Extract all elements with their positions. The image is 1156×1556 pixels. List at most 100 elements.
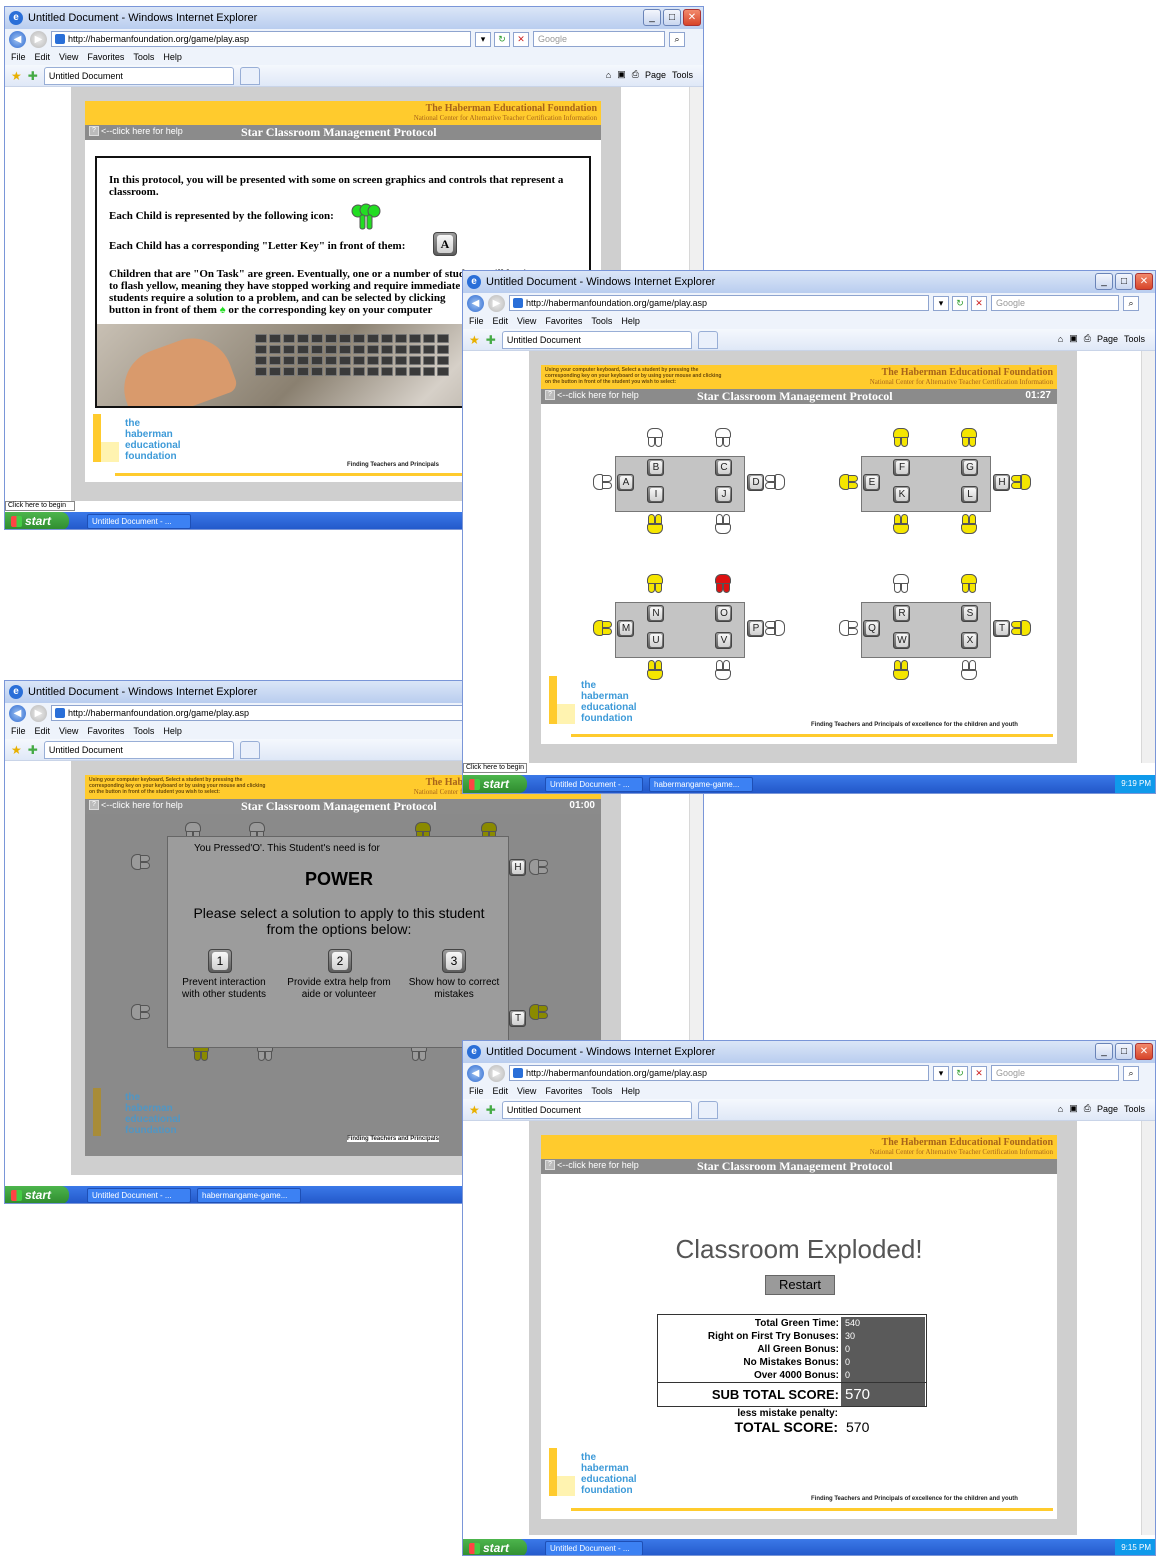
student-key-s[interactable]: S bbox=[961, 605, 978, 622]
feeds-icon[interactable]: ▣ bbox=[1069, 333, 1078, 344]
start-button[interactable]: start bbox=[5, 512, 69, 529]
refresh-icon[interactable]: ↻ bbox=[494, 31, 510, 47]
add-favorite-icon[interactable]: ✚ bbox=[486, 333, 496, 347]
option-1-label[interactable]: Prevent interaction with other students bbox=[174, 977, 274, 1001]
menu-view[interactable]: View bbox=[517, 316, 536, 326]
help-link[interactable]: ? <--click here for help bbox=[545, 1160, 639, 1170]
student-key-j[interactable]: J bbox=[715, 486, 732, 503]
add-favorite-icon[interactable]: ✚ bbox=[28, 743, 38, 757]
student-key-g[interactable]: G bbox=[961, 459, 978, 476]
stop-icon[interactable]: ✕ bbox=[971, 295, 987, 311]
taskbar-item-doc[interactable]: Untitled Document - ... bbox=[545, 1540, 643, 1555]
restart-button[interactable]: Restart bbox=[765, 1275, 835, 1295]
student-key-p[interactable]: P bbox=[747, 620, 764, 637]
stop-icon[interactable]: ✕ bbox=[971, 1065, 987, 1081]
menu-help[interactable]: Help bbox=[163, 52, 182, 62]
menu-file[interactable]: File bbox=[11, 52, 26, 62]
taskbar-item-game[interactable]: habermangame-game... bbox=[197, 1187, 301, 1203]
back-button[interactable]: ◀ bbox=[9, 30, 26, 48]
search-icon[interactable]: ⌕ bbox=[669, 31, 685, 47]
help-link[interactable]: ? <--click here for help bbox=[89, 800, 183, 810]
tab-untitled[interactable]: Untitled Document bbox=[43, 740, 234, 759]
menu-favorites[interactable]: Favorites bbox=[87, 726, 124, 736]
new-tab-button[interactable] bbox=[697, 330, 718, 349]
taskbar-item-doc[interactable]: Untitled Document - ... bbox=[87, 1187, 191, 1203]
student-key-v[interactable]: V bbox=[715, 632, 732, 649]
url-field[interactable]: http://habermanfoundation.org/game/play.… bbox=[51, 31, 471, 47]
menu-view[interactable]: View bbox=[517, 1086, 536, 1096]
search-icon[interactable]: ⌕ bbox=[1123, 1065, 1139, 1081]
new-tab-button[interactable] bbox=[239, 66, 260, 85]
menu-help[interactable]: Help bbox=[621, 316, 640, 326]
maximize-button[interactable]: □ bbox=[1115, 273, 1133, 290]
dropdown-icon[interactable]: ▾ bbox=[475, 31, 491, 47]
page-menu[interactable]: Page bbox=[1097, 334, 1118, 344]
title-bar[interactable]: e Untitled Document - Windows Internet E… bbox=[463, 271, 1155, 293]
title-bar[interactable]: e Untitled Document - Windows Internet E… bbox=[463, 1041, 1155, 1063]
dropdown-icon[interactable]: ▾ bbox=[933, 295, 949, 311]
menu-file[interactable]: File bbox=[11, 726, 26, 736]
tab-untitled[interactable]: Untitled Document bbox=[43, 66, 234, 85]
menu-edit[interactable]: Edit bbox=[35, 726, 51, 736]
start-button[interactable]: start bbox=[5, 1186, 69, 1203]
search-input[interactable]: Google bbox=[533, 31, 665, 47]
student-key-m[interactable]: M bbox=[617, 620, 634, 637]
menu-favorites[interactable]: Favorites bbox=[545, 1086, 582, 1096]
forward-button[interactable]: ▶ bbox=[30, 30, 47, 48]
tab-untitled[interactable]: Untitled Document bbox=[501, 330, 692, 349]
student-key-e[interactable]: E bbox=[863, 474, 880, 491]
student-key-f[interactable]: F bbox=[893, 459, 910, 476]
scrollbar[interactable] bbox=[1141, 1121, 1155, 1535]
home-icon[interactable]: ⌂ bbox=[606, 70, 611, 80]
minimize-button[interactable]: _ bbox=[1095, 273, 1113, 290]
option-2-label[interactable]: Provide extra help from aide or voluntee… bbox=[286, 977, 392, 1001]
minimize-button[interactable]: _ bbox=[1095, 1043, 1113, 1060]
menu-favorites[interactable]: Favorites bbox=[545, 316, 582, 326]
tab-untitled[interactable]: Untitled Document bbox=[501, 1100, 692, 1119]
help-link[interactable]: ? <--click here for help bbox=[545, 390, 639, 400]
scrollbar[interactable] bbox=[1141, 351, 1155, 763]
url-field[interactable]: http://habermanfoundation.org/game/play.… bbox=[51, 705, 471, 721]
menu-view[interactable]: View bbox=[59, 52, 78, 62]
start-button[interactable]: start bbox=[463, 775, 527, 793]
search-input[interactable]: Google bbox=[991, 295, 1119, 311]
forward-button[interactable]: ▶ bbox=[488, 294, 505, 312]
menu-edit[interactable]: Edit bbox=[35, 52, 51, 62]
student-key-u[interactable]: U bbox=[647, 632, 664, 649]
help-link[interactable]: ? <--click here for help bbox=[89, 126, 183, 136]
student-key-h[interactable]: H bbox=[993, 474, 1010, 491]
menu-tools[interactable]: Tools bbox=[133, 52, 154, 62]
forward-button[interactable]: ▶ bbox=[30, 704, 47, 722]
favorites-star-icon[interactable]: ★ bbox=[469, 333, 480, 347]
home-icon[interactable]: ⌂ bbox=[1058, 334, 1063, 344]
maximize-button[interactable]: □ bbox=[663, 9, 681, 26]
refresh-icon[interactable]: ↻ bbox=[952, 1065, 968, 1081]
student-key-x[interactable]: X bbox=[961, 632, 978, 649]
add-favorite-icon[interactable]: ✚ bbox=[28, 69, 38, 83]
print-icon[interactable]: ⎙ bbox=[1084, 333, 1091, 344]
dropdown-icon[interactable]: ▾ bbox=[933, 1065, 949, 1081]
search-icon[interactable]: ⌕ bbox=[1123, 295, 1139, 311]
maximize-button[interactable]: □ bbox=[1115, 1043, 1133, 1060]
student-key-t[interactable]: T bbox=[993, 620, 1010, 637]
url-field[interactable]: http://habermanfoundation.org/game/play.… bbox=[509, 295, 929, 311]
forward-button[interactable]: ▶ bbox=[488, 1064, 505, 1082]
menu-tools[interactable]: Tools bbox=[133, 726, 154, 736]
new-tab-button[interactable] bbox=[697, 1100, 718, 1119]
menu-file[interactable]: File bbox=[469, 316, 484, 326]
student-key-i[interactable]: I bbox=[647, 486, 664, 503]
menu-help[interactable]: Help bbox=[621, 1086, 640, 1096]
menu-favorites[interactable]: Favorites bbox=[87, 52, 124, 62]
menu-tools[interactable]: Tools bbox=[591, 1086, 612, 1096]
student-key-a[interactable]: A bbox=[617, 474, 634, 491]
refresh-icon[interactable]: ↻ bbox=[952, 295, 968, 311]
student-key-w[interactable]: W bbox=[893, 632, 910, 649]
tools-menu[interactable]: Tools bbox=[1124, 334, 1145, 344]
print-icon[interactable]: ⎙ bbox=[632, 69, 639, 80]
student-key-q[interactable]: Q bbox=[863, 620, 880, 637]
student-key-o[interactable]: O bbox=[715, 605, 732, 622]
menu-tools[interactable]: Tools bbox=[591, 316, 612, 326]
option-2-button[interactable]: 2 bbox=[328, 949, 352, 973]
close-button[interactable]: ✕ bbox=[1135, 1043, 1153, 1060]
tools-menu[interactable]: Tools bbox=[672, 70, 693, 80]
